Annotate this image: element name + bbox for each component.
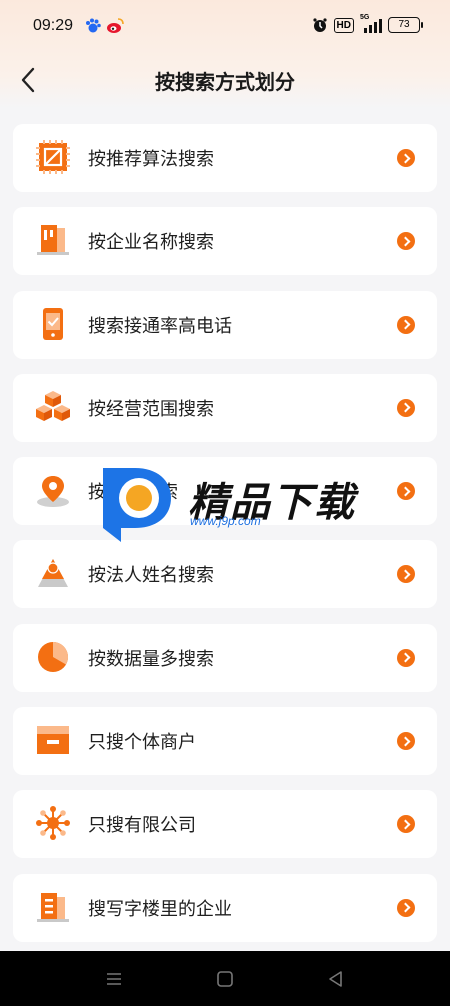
list-item-label: 按推荐算法搜索 bbox=[88, 149, 214, 170]
list-item-label: 按法人姓名搜索 bbox=[88, 565, 214, 587]
baidu-paw-icon bbox=[86, 18, 101, 33]
list-item[interactable]: 按经营范围搜索 bbox=[13, 373, 437, 442]
chevron-right-icon bbox=[397, 232, 415, 251]
list-item-label: 搜写字楼里的企业 bbox=[88, 898, 232, 920]
status-icons: HD 5G 73 bbox=[312, 14, 423, 33]
building-icon bbox=[37, 892, 69, 922]
home-square-icon[interactable] bbox=[215, 969, 235, 989]
watermark: 精品下载 www.j9p.com bbox=[95, 458, 365, 548]
chevron-right-icon bbox=[397, 315, 415, 334]
watermark-url: www.j9p.com bbox=[190, 514, 261, 528]
list-item[interactable]: 只搜个体商户 bbox=[13, 707, 437, 776]
alarm-icon bbox=[312, 18, 327, 32]
list-item[interactable]: 按数据量多搜索 bbox=[13, 623, 437, 692]
chevron-right-icon bbox=[397, 815, 415, 834]
chevron-right-icon bbox=[397, 149, 415, 167]
watermark-logo-icon bbox=[103, 468, 171, 542]
page-header: 按搜索方式划分 bbox=[0, 52, 450, 108]
list-item[interactable]: 只搜有限公司 bbox=[13, 790, 437, 859]
boxes-icon bbox=[36, 390, 70, 421]
list-item-label: 只搜有限公司 bbox=[88, 815, 196, 837]
list-item-label: 按数据量多搜索 bbox=[88, 648, 214, 670]
network-icon bbox=[36, 806, 70, 841]
list-item[interactable]: 搜索接通率高电话 bbox=[13, 290, 437, 359]
signal-icon: 5G bbox=[360, 14, 382, 33]
location-pin-icon bbox=[37, 476, 69, 508]
status-bar: 09:29 HD 5G 73 bbox=[0, 0, 450, 52]
chevron-right-icon bbox=[397, 565, 415, 584]
list-item-label: 按企业名称搜索 bbox=[88, 232, 214, 254]
list-item-label: 按经营范围搜索 bbox=[88, 398, 214, 420]
phone-icon bbox=[43, 307, 63, 340]
hd-badge: HD bbox=[333, 17, 354, 33]
company-name-icon bbox=[37, 225, 69, 256]
algorithm-chip-icon bbox=[36, 140, 70, 174]
network-type: 5G bbox=[360, 14, 370, 21]
chevron-right-icon bbox=[397, 398, 415, 417]
chevron-right-icon bbox=[397, 482, 415, 501]
chevron-right-icon bbox=[397, 648, 415, 667]
list-item[interactable]: 按企业名称搜索 bbox=[13, 207, 437, 276]
person-icon bbox=[38, 559, 68, 588]
list-item-label: 只搜个体商户 bbox=[88, 732, 196, 754]
chevron-right-icon bbox=[397, 898, 415, 917]
weibo-icon bbox=[107, 18, 124, 33]
list-item[interactable]: 搜写字楼里的企业 bbox=[13, 873, 437, 942]
pie-chart-icon bbox=[38, 641, 69, 672]
list-item-label: 搜索接通率高电话 bbox=[88, 315, 232, 337]
status-time: 09:29 bbox=[33, 17, 74, 34]
system-nav-bar bbox=[0, 951, 450, 1006]
shop-icon bbox=[37, 726, 69, 755]
battery-indicator: 73 bbox=[388, 17, 423, 33]
page-title: 按搜索方式划分 bbox=[155, 70, 295, 94]
chevron-right-icon bbox=[397, 732, 415, 751]
back-triangle-icon[interactable] bbox=[326, 969, 346, 989]
menu-icon[interactable] bbox=[104, 969, 124, 989]
list-item[interactable]: 按法人姓名搜索 bbox=[13, 540, 437, 609]
list-item[interactable]: 按推荐算法搜索 bbox=[13, 124, 437, 192]
